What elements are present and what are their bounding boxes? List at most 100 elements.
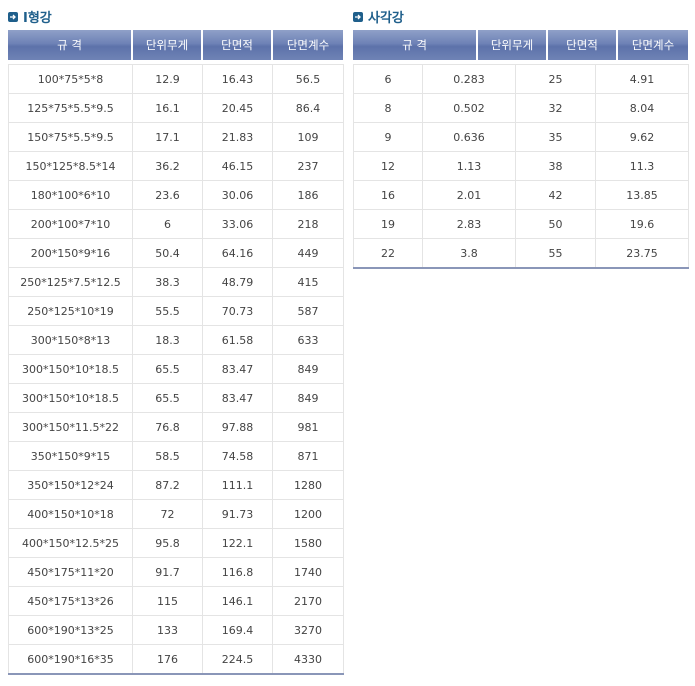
table-cell: 91.7 [132,557,203,587]
table-cell: 871 [272,441,344,471]
table-cell: 22 [353,238,423,269]
table-row: 450*175*13*26 115 146.1 2170 [8,586,344,616]
table-cell: 6 [353,64,423,94]
arrow-right-icon [353,12,363,22]
table-cell: 25 [515,64,596,94]
table-cell: 122.1 [202,528,273,558]
table-cell: 16 [353,180,423,210]
table-cell: 3.8 [422,238,516,269]
table-cell: 8 [353,93,423,123]
table-cell: 169.4 [202,615,273,645]
table-cell: 150*125*8.5*14 [8,151,133,181]
table-cell: 16.43 [202,64,273,94]
table-cell: 55 [515,238,596,269]
table-cell: 146.1 [202,586,273,616]
table-row: 180*100*6*10 23.6 30.06 186 [8,180,344,210]
table-cell: 74.58 [202,441,273,471]
table-cell: 1.13 [422,151,516,181]
table-row: 125*75*5.5*9.5 16.1 20.45 86.4 [8,93,344,123]
table-cell: 218 [272,209,344,239]
table-cell: 115 [132,586,203,616]
table-cell: 20.45 [202,93,273,123]
table-cell: 13.85 [595,180,689,210]
table-cell: 224.5 [202,644,273,675]
section-title: I형강 [23,10,52,26]
table-row: 100*75*5*8 12.9 16.43 56.5 [8,64,344,94]
table-row: 450*175*11*20 91.7 116.8 1740 [8,557,344,587]
table-cell: 100*75*5*8 [8,64,133,94]
table-cell: 32 [515,93,596,123]
table-cell: 83.47 [202,354,273,384]
table-cell: 450*175*13*26 [8,586,133,616]
table-cell: 50 [515,209,596,239]
table-cell: 30.06 [202,180,273,210]
table-row: 250*125*10*19 55.5 70.73 587 [8,296,344,326]
arrow-right-icon [8,12,18,22]
table-cell: 300*150*8*13 [8,325,133,355]
table-row: 19 2.83 50 19.6 [353,209,689,239]
table-cell: 18.3 [132,325,203,355]
table-cell: 180*100*6*10 [8,180,133,210]
table-cell: 200*150*9*16 [8,238,133,268]
i-beam-table: 100*75*5*8 12.9 16.43 56.5 125*75*5.5*9.5 16.… [8,64,344,675]
table-cell: 38 [515,151,596,181]
table-cell: 83.47 [202,383,273,413]
table-row: 22 3.8 55 23.75 [353,238,689,269]
i-beam-title: I형강 [8,6,343,26]
table-cell: 23.75 [595,238,689,269]
table-cell: 95.8 [132,528,203,558]
table-cell: 415 [272,267,344,297]
table-cell: 1280 [272,470,344,500]
table-cell: 9 [353,122,423,152]
square-bar-table: 6 0.283 25 4.91 8 0.502 32 8.04 9 0.636 35 9.62 12 1.… [353,64,689,269]
table-cell: 9.62 [595,122,689,152]
table-row: 300*150*10*18.5 65.5 83.47 849 [8,383,344,413]
table-cell: 19.6 [595,209,689,239]
table-cell: 86.4 [272,93,344,123]
table-cell: 8.04 [595,93,689,123]
table-cell: 56.5 [272,64,344,94]
table-row: 9 0.636 35 9.62 [353,122,689,152]
table-cell: 1740 [272,557,344,587]
table-row: 200*100*7*10 6 33.06 218 [8,209,344,239]
column-header-area: 단면적 [548,30,616,60]
table-row: 400*150*12.5*25 95.8 122.1 1580 [8,528,344,558]
table-cell: 400*150*10*18 [8,499,133,529]
table-row: 300*150*11.5*22 76.8 97.88 981 [8,412,344,442]
table-cell: 2.83 [422,209,516,239]
table-cell: 3270 [272,615,344,645]
table-cell: 150*75*5.5*9.5 [8,122,133,152]
table-cell: 4.91 [595,64,689,94]
table-row: 150*125*8.5*14 36.2 46.15 237 [8,151,344,181]
table-cell: 11.3 [595,151,689,181]
table-cell: 36.2 [132,151,203,181]
square-bar-section: 사각강 규 격 단위무게 단면적 단면계수 6 0.283 25 4.91 8 0.502… [353,6,689,269]
column-header-unit-weight: 단위무게 [133,30,201,60]
table-cell: 176 [132,644,203,675]
table-row: 250*125*7.5*12.5 38.3 48.79 415 [8,267,344,297]
table-cell: 2170 [272,586,344,616]
table-cell: 50.4 [132,238,203,268]
table-cell: 400*150*12.5*25 [8,528,133,558]
table-cell: 65.5 [132,383,203,413]
table-cell: 12 [353,151,423,181]
table-cell: 72 [132,499,203,529]
table-row: 350*150*12*24 87.2 111.1 1280 [8,470,344,500]
table-row: 350*150*9*15 58.5 74.58 871 [8,441,344,471]
table-cell: 55.5 [132,296,203,326]
table-cell: 300*150*10*18.5 [8,354,133,384]
table-cell: 125*75*5.5*9.5 [8,93,133,123]
table-row: 12 1.13 38 11.3 [353,151,689,181]
table-cell: 200*100*7*10 [8,209,133,239]
table-row: 200*150*9*16 50.4 64.16 449 [8,238,344,268]
table-cell: 0.283 [422,64,516,94]
table-cell: 4330 [272,644,344,675]
table-row: 150*75*5.5*9.5 17.1 21.83 109 [8,122,344,152]
table-cell: 600*190*13*25 [8,615,133,645]
table-cell: 6 [132,209,203,239]
table-cell: 133 [132,615,203,645]
table-cell: 0.502 [422,93,516,123]
column-header-spec: 규 격 [8,30,131,60]
table-cell: 450*175*11*20 [8,557,133,587]
column-header-area: 단면적 [203,30,271,60]
